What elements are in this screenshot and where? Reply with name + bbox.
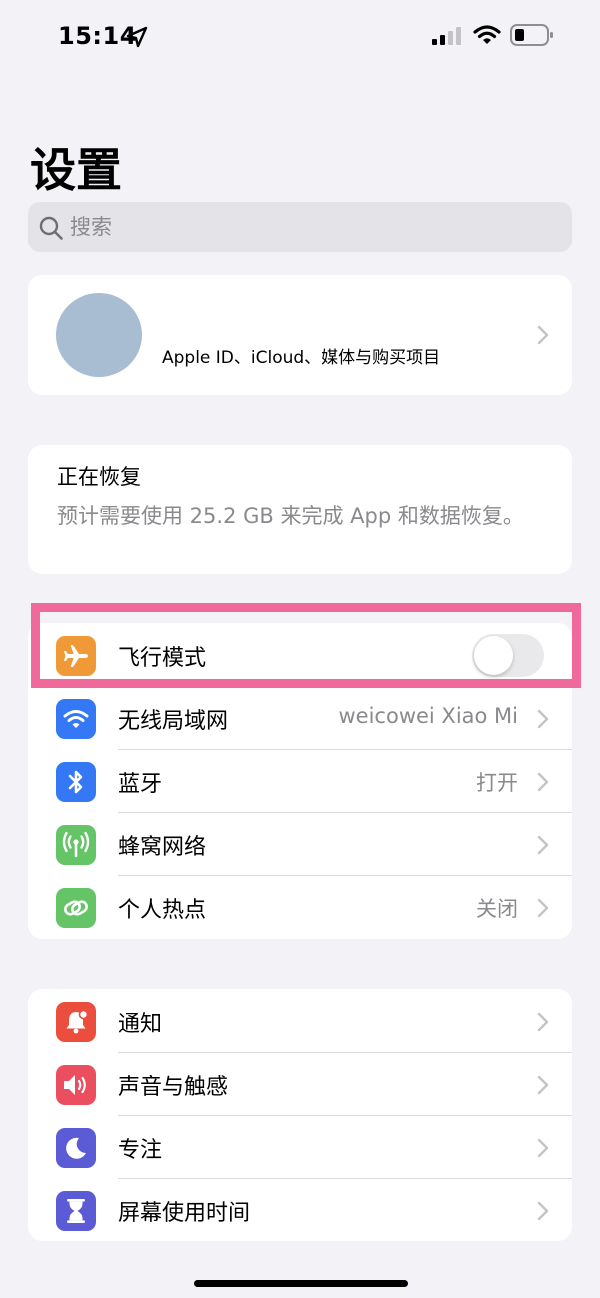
restore-title: 正在恢复 [57,465,141,489]
bluetooth-icon [56,762,96,802]
wifi-icon [473,25,501,44]
notification-settings-group: 通知 声音与触感 专注 屏幕使用时间 [28,989,572,1241]
row-focus[interactable]: 专注 [28,1116,572,1179]
restore-status-card: 正在恢复 预计需要使用 25.2 GB 来完成 App 和数据恢复。 [28,445,572,574]
avatar [56,293,142,377]
apple-id-subtitle: Apple ID、iCloud、媒体与购买项目 [162,348,441,368]
chevron-right-icon [537,1138,549,1158]
cellular-signal-icon [432,27,461,45]
bell-icon [56,1002,96,1042]
row-sounds-haptics[interactable]: 声音与触感 [28,1053,572,1116]
row-label: 声音与触感 [118,1075,229,1100]
chevron-right-icon [537,898,549,918]
row-bluetooth[interactable]: 蓝牙 打开 [28,750,572,813]
speaker-icon [56,1065,96,1105]
row-label: 蜂窝网络 [118,835,207,860]
chevron-right-icon [537,772,549,792]
row-notifications[interactable]: 通知 [28,990,572,1053]
home-indicator[interactable] [194,1280,408,1287]
row-label: 蓝牙 [118,772,163,797]
chevron-right-icon [537,835,549,855]
search-bar[interactable] [28,202,572,252]
hourglass-icon [56,1191,96,1231]
row-label: 屏幕使用时间 [118,1201,251,1226]
row-personal-hotspot[interactable]: 个人热点 关闭 [28,876,572,939]
row-label: 通知 [118,1012,163,1037]
chevron-right-icon [537,1012,549,1032]
wifi-icon [56,699,96,739]
apple-id-card[interactable]: Apple ID、iCloud、媒体与购买项目 [28,275,572,395]
chevron-right-icon [537,1075,549,1095]
status-bar: 15:14 [0,0,600,72]
row-label: 专注 [118,1138,163,1163]
location-arrow-icon [126,26,148,48]
row-cellular[interactable]: 蜂窝网络 [28,813,572,876]
search-input[interactable] [70,202,550,252]
moon-icon [56,1128,96,1168]
row-value: weicowei Xiao Mi [338,704,519,728]
row-wifi[interactable]: 无线局域网 weicowei Xiao Mi [28,687,572,750]
row-value: 打开 [476,771,518,795]
restore-description: 预计需要使用 25.2 GB 来完成 App 和数据恢复。 [57,504,524,528]
highlight-frame [31,603,581,688]
chevron-right-icon [537,709,549,729]
row-label: 无线局域网 [118,709,229,734]
hotspot-link-icon [56,888,96,928]
row-value: 关闭 [476,897,518,921]
search-icon [39,216,63,240]
battery-icon [510,24,553,46]
page-title: 设置 [30,143,122,197]
cellular-antenna-icon [56,825,96,865]
row-screen-time[interactable]: 屏幕使用时间 [28,1179,572,1241]
row-label: 个人热点 [118,898,207,923]
chevron-right-icon [537,1201,549,1221]
chevron-right-icon [537,325,549,345]
